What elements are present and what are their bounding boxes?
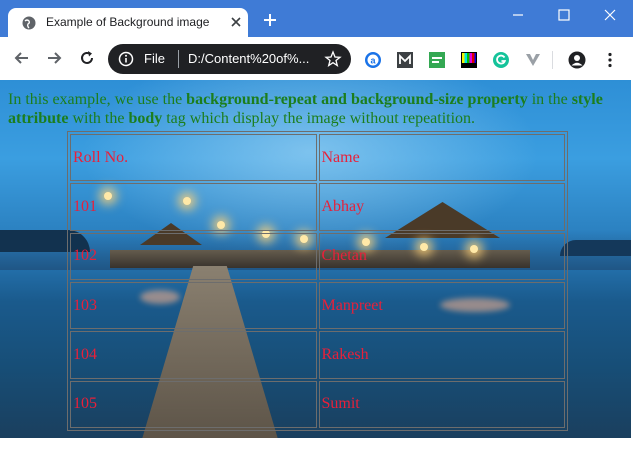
maximize-icon[interactable] bbox=[541, 0, 587, 30]
extension-green-icon[interactable] bbox=[428, 51, 446, 69]
header-name: Name bbox=[318, 134, 565, 182]
back-arrow-icon[interactable] bbox=[12, 48, 32, 68]
table-row: 102 Chetan bbox=[70, 232, 565, 280]
table-row: 103 Manpreet bbox=[70, 281, 565, 330]
extension-grammarly-icon[interactable] bbox=[492, 51, 510, 69]
student-table: Roll No. Name 101 Abhay 102 Chetan 103 M… bbox=[67, 131, 568, 431]
roll-cell: 103 bbox=[70, 281, 317, 330]
profile-icon[interactable] bbox=[568, 51, 586, 69]
window-close-icon[interactable] bbox=[587, 0, 633, 30]
reload-icon[interactable] bbox=[77, 48, 97, 68]
info-icon[interactable] bbox=[118, 51, 134, 67]
roll-cell: 102 bbox=[70, 232, 317, 280]
more-vert-icon[interactable] bbox=[601, 51, 619, 69]
minimize-icon[interactable] bbox=[495, 0, 541, 30]
plus-icon[interactable] bbox=[262, 12, 278, 28]
browser-toolbar: File D:/Content%20of%... a bbox=[0, 37, 633, 80]
address-bar[interactable]: File D:/Content%20of%... bbox=[108, 44, 351, 74]
omnibox-divider bbox=[178, 50, 179, 68]
globe-icon bbox=[22, 16, 36, 30]
table-header-row: Roll No. Name bbox=[70, 134, 565, 182]
roll-cell: 101 bbox=[70, 183, 317, 231]
url-text[interactable]: D:/Content%20of%... bbox=[188, 51, 309, 66]
name-cell: Manpreet bbox=[318, 281, 565, 330]
name-cell: Abhay bbox=[318, 183, 565, 231]
name-cell: Sumit bbox=[318, 380, 565, 428]
page-content: In this example, we use the background-r… bbox=[0, 80, 631, 438]
browser-chrome: Example of Background image File D:/Cont… bbox=[0, 0, 633, 80]
name-cell: Chetan bbox=[318, 232, 565, 280]
extension-v-icon[interactable] bbox=[524, 51, 542, 69]
url-scheme-label: File bbox=[144, 51, 165, 66]
table-row: 101 Abhay bbox=[70, 183, 565, 231]
toolbar-divider bbox=[552, 51, 553, 69]
extension-m-icon[interactable] bbox=[396, 51, 414, 69]
name-cell: Rakesh bbox=[318, 331, 565, 379]
browser-tab[interactable]: Example of Background image bbox=[8, 8, 248, 37]
tab-close-icon[interactable] bbox=[228, 14, 244, 30]
page-bottom-edge bbox=[0, 438, 633, 452]
table-row: 105 Sumit bbox=[70, 380, 565, 428]
star-icon[interactable] bbox=[324, 50, 342, 68]
extension-a-icon[interactable]: a bbox=[364, 51, 382, 69]
extension-colorbars-icon[interactable] bbox=[460, 51, 478, 69]
forward-arrow-icon[interactable] bbox=[44, 48, 64, 68]
tab-title: Example of Background image bbox=[46, 15, 210, 29]
table-row: 104 Rakesh bbox=[70, 331, 565, 379]
intro-paragraph: In this example, we use the background-r… bbox=[8, 91, 603, 127]
roll-cell: 104 bbox=[70, 331, 317, 379]
tab-strip: Example of Background image bbox=[0, 0, 633, 37]
header-roll-no: Roll No. bbox=[70, 134, 317, 182]
roll-cell: 105 bbox=[70, 380, 317, 428]
